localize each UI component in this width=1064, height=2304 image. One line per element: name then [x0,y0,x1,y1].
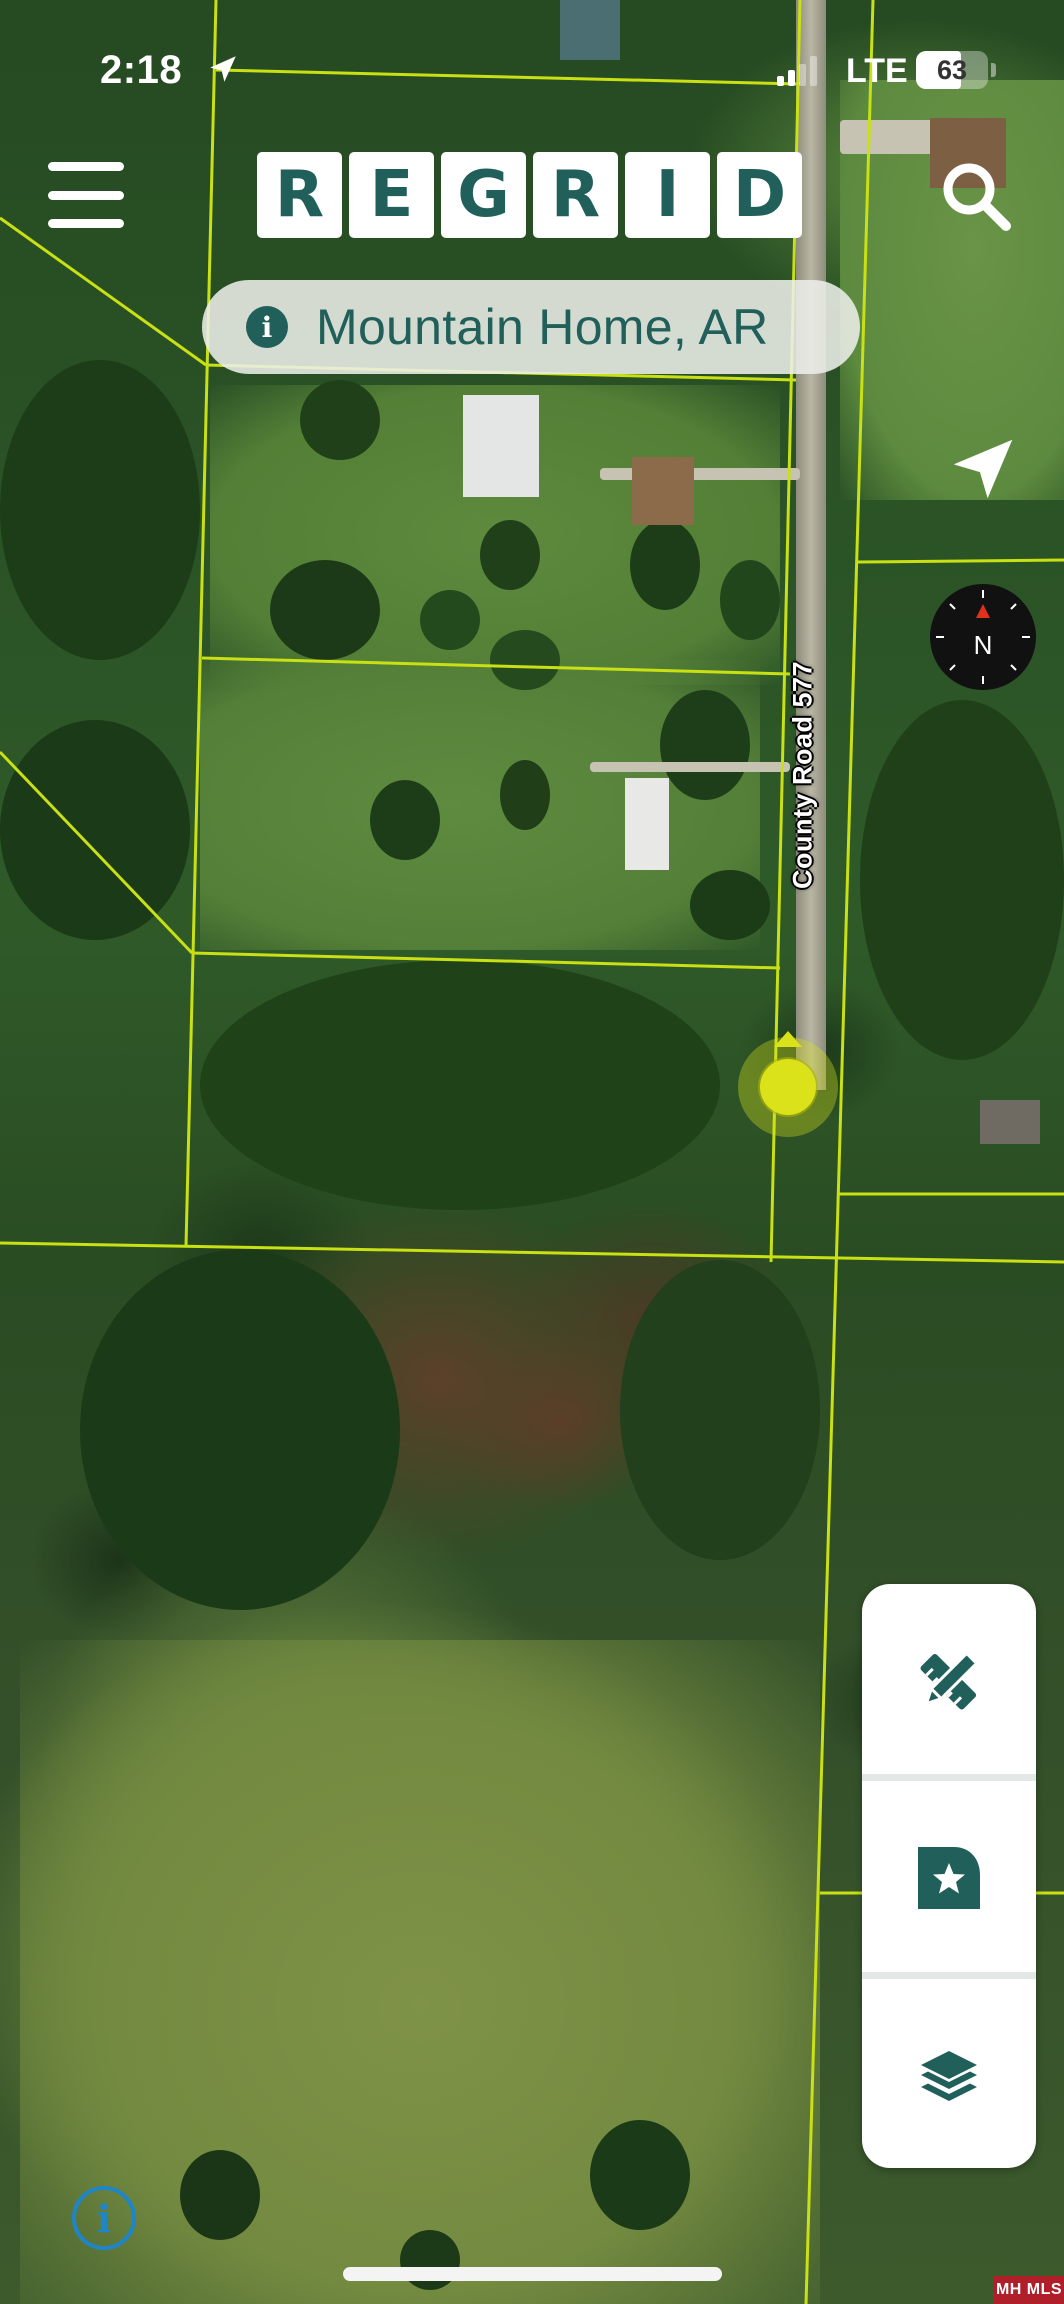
logo-letter: I [625,152,710,238]
battery-tip [991,63,996,77]
watermark: MH MLS [994,2276,1064,2304]
location-name: Mountain Home, AR [316,299,769,355]
info-icon: i [246,306,288,348]
signal-strength-icon [777,56,817,86]
battery-icon: 63 [916,51,988,89]
compass-icon: N [936,590,1030,684]
road-label: County Road 577 [787,660,818,890]
location-pill[interactable]: i Mountain Home, AR [202,280,860,374]
logo-letter: R [257,152,342,238]
current-location-marker[interactable] [738,1037,838,1137]
logo-letter: R [533,152,618,238]
compass-button[interactable]: N [930,584,1036,690]
logo-letter: D [717,152,802,238]
parcel-line [0,750,194,955]
layers-icon [921,2051,977,2101]
bookmark-star-icon [918,1847,980,1909]
home-indicator[interactable] [343,2267,722,2281]
parcel-line [191,951,781,970]
status-bar: 2:18 LTE 63 [0,0,1064,130]
logo-letter: E [349,152,434,238]
draw-tool-button[interactable] [862,1584,1036,1778]
heading-indicator [774,1031,802,1047]
compass-label: N [974,630,993,660]
locate-me-button[interactable] [946,432,1020,506]
search-icon [943,163,1011,231]
location-services-icon [210,56,236,82]
parcel-line [857,558,1064,564]
parcel-line [184,0,218,1247]
tool-panel [862,1584,1036,2168]
network-type: LTE [846,52,908,90]
battery-level: 63 [936,54,968,85]
navigation-arrow-icon [953,439,1013,499]
parcel-line [0,216,207,367]
divider [862,1774,1036,1781]
hamburger-icon [48,162,124,171]
divider [862,1972,1036,1979]
map-layers-button[interactable] [862,1979,1036,2168]
regrid-logo: R E G R I D [257,152,802,238]
map-info-button[interactable]: i [72,2186,136,2250]
pencil-ruler-icon [920,1651,979,1710]
parcel-line [201,656,791,676]
parcel-line [0,1241,1064,1264]
logo-letter: G [441,152,526,238]
saved-places-button[interactable] [862,1781,1036,1975]
search-button[interactable] [936,156,1016,236]
menu-button[interactable] [46,160,126,230]
status-time: 2:18 [100,48,183,92]
